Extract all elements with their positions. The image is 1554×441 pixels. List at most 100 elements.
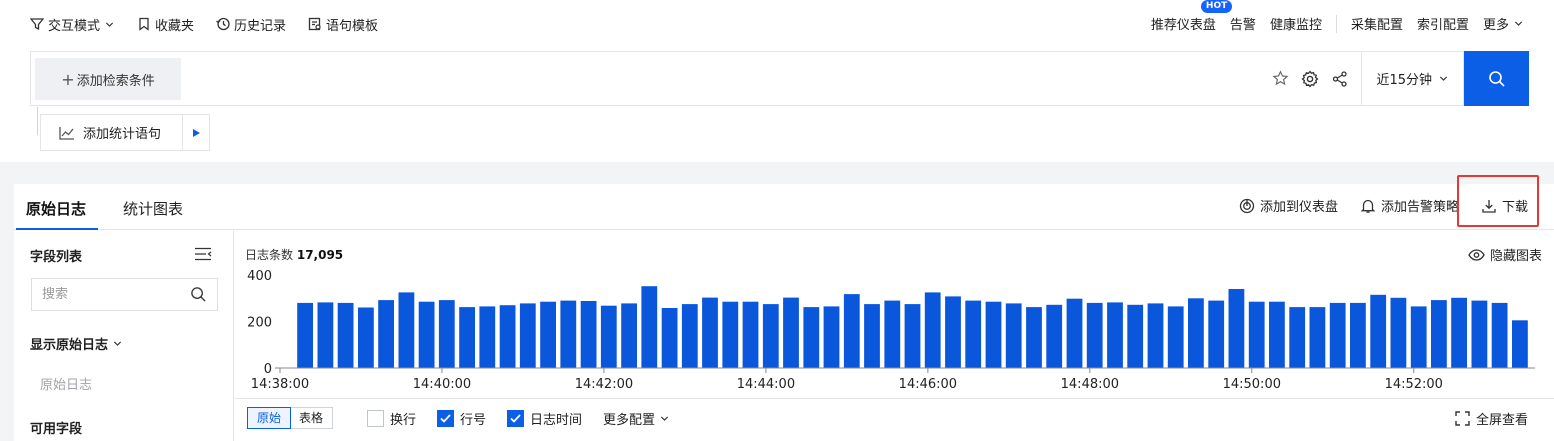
histogram-bar[interactable]: [742, 301, 759, 368]
histogram-bar[interactable]: [661, 308, 678, 368]
line-number-checkbox[interactable]: 行号: [437, 409, 486, 428]
histogram-bar[interactable]: [945, 296, 961, 368]
settings-button[interactable]: [1295, 64, 1325, 94]
histogram-bar[interactable]: [803, 307, 820, 368]
histogram-bar[interactable]: [702, 297, 718, 368]
health-monitor-link[interactable]: 健康监控: [1270, 14, 1322, 33]
histogram-bar[interactable]: [1046, 304, 1063, 368]
check-icon: [440, 414, 451, 423]
histogram-bar[interactable]: [1350, 302, 1366, 368]
add-condition-button[interactable]: + 添加检索条件: [35, 58, 181, 100]
histogram-bar[interactable]: [1188, 298, 1204, 369]
histogram-bar[interactable]: [600, 305, 617, 368]
share-button[interactable]: [1325, 64, 1355, 94]
log-time-checkbox[interactable]: 日志时间: [507, 409, 582, 428]
histogram-bar[interactable]: [337, 302, 354, 368]
histogram-bar[interactable]: [904, 304, 921, 368]
histogram-bar[interactable]: [560, 300, 577, 368]
alarm-link[interactable]: 告警: [1230, 14, 1256, 33]
histogram-bar[interactable]: [297, 302, 313, 368]
raw-log-field[interactable]: 原始日志: [40, 374, 92, 393]
histogram-bar[interactable]: [641, 286, 658, 368]
histogram-bar[interactable]: [1208, 300, 1225, 368]
recommended-dashboard-link[interactable]: 推荐仪表盘 HOT: [1151, 0, 1233, 33]
histogram-bar[interactable]: [398, 292, 415, 368]
histogram-bar[interactable]: [1086, 302, 1103, 368]
histogram-bar[interactable]: [1248, 301, 1265, 368]
histogram-bar[interactable]: [783, 297, 799, 368]
histogram-bar[interactable]: [621, 303, 637, 368]
histogram-bar[interactable]: [1390, 297, 1407, 368]
histogram-bar[interactable]: [438, 300, 455, 368]
view-mode-table[interactable]: 表格: [290, 408, 332, 428]
histogram-bar[interactable]: [762, 304, 779, 368]
histogram-bar[interactable]: [499, 305, 516, 368]
fullscreen-button[interactable]: 全屏查看: [1455, 409, 1528, 428]
histogram-bar[interactable]: [1066, 298, 1083, 368]
histogram-bar[interactable]: [1329, 302, 1346, 368]
history-button[interactable]: 历史记录: [216, 14, 286, 34]
histogram-bar[interactable]: [722, 301, 739, 368]
histogram-bar[interactable]: [1289, 307, 1306, 368]
histogram-bar[interactable]: [823, 306, 840, 368]
histogram-bar[interactable]: [884, 300, 901, 368]
histogram-bar[interactable]: [864, 304, 880, 368]
collapse-sidebar-button[interactable]: [194, 247, 212, 265]
add-statistics-button[interactable]: 添加统计语句: [41, 115, 182, 150]
histogram-bar[interactable]: [459, 307, 475, 368]
show-raw-log-toggle[interactable]: 显示原始日志: [30, 334, 123, 353]
histogram-bar[interactable]: [1309, 307, 1326, 368]
histogram-bar[interactable]: [843, 294, 860, 368]
more-config-menu[interactable]: 更多配置: [603, 409, 670, 428]
view-mode-raw[interactable]: 原始: [247, 407, 292, 429]
interaction-mode-menu[interactable]: 交互模式: [30, 14, 115, 34]
histogram-bar[interactable]: [1491, 302, 1508, 368]
tab-stat-charts[interactable]: 统计图表: [123, 198, 183, 219]
run-statistics-button[interactable]: [182, 115, 209, 150]
histogram-bar[interactable]: [519, 303, 536, 368]
histogram-bar[interactable]: [681, 304, 698, 368]
x-tick-label: 14:40:00: [413, 377, 471, 392]
histogram-bar[interactable]: [1167, 306, 1184, 368]
add-to-dashboard-button[interactable]: 添加到仪表盘: [1239, 196, 1338, 215]
histogram-bar[interactable]: [358, 307, 374, 369]
histogram-bar[interactable]: [1107, 302, 1123, 368]
search-query-box[interactable]: + 添加检索条件 近15分钟: [30, 51, 1464, 106]
collect-config-link[interactable]: 采集配置: [1351, 14, 1403, 33]
histogram-bar[interactable]: [418, 301, 435, 368]
log-time-label: 日志时间: [530, 413, 583, 428]
histogram-bar[interactable]: [1005, 303, 1022, 368]
histogram-bar[interactable]: [1127, 304, 1144, 368]
histogram-bar[interactable]: [985, 301, 1002, 368]
histogram-bar[interactable]: [1026, 307, 1042, 368]
wrap-checkbox[interactable]: 换行: [367, 409, 416, 428]
histogram-bar[interactable]: [317, 302, 334, 368]
histogram-bar[interactable]: [479, 306, 496, 368]
add-alarm-policy-button[interactable]: 添加告警策略: [1360, 196, 1459, 215]
histogram-bar[interactable]: [1370, 294, 1387, 368]
histogram-bar[interactable]: [965, 300, 982, 368]
histogram-bar[interactable]: [1512, 320, 1528, 368]
more-menu[interactable]: 更多: [1483, 14, 1524, 33]
histogram-bar[interactable]: [1147, 303, 1164, 368]
history-icon: [216, 17, 230, 31]
histogram-bar[interactable]: [1228, 289, 1245, 368]
favorites-button[interactable]: 收藏夹: [137, 14, 194, 34]
field-search-input[interactable]: [42, 287, 182, 302]
histogram-bar[interactable]: [924, 292, 941, 368]
histogram-bar[interactable]: [1410, 306, 1427, 368]
index-config-link[interactable]: 索引配置: [1417, 14, 1469, 33]
template-button[interactable]: 语句模板: [308, 14, 378, 34]
histogram-bar[interactable]: [580, 301, 597, 368]
histogram-bar[interactable]: [378, 300, 394, 368]
search-button[interactable]: [1464, 51, 1529, 106]
histogram-bar[interactable]: [1269, 301, 1285, 368]
histogram-bar[interactable]: [1471, 300, 1488, 368]
time-range-select[interactable]: 近15分钟: [1362, 69, 1463, 88]
tab-raw-logs[interactable]: 原始日志: [15, 198, 99, 230]
histogram-bar[interactable]: [1431, 300, 1447, 368]
histogram-bar[interactable]: [1451, 297, 1467, 368]
histogram-bar[interactable]: [540, 301, 556, 368]
search-icon[interactable]: [190, 286, 207, 303]
favorite-star-button[interactable]: [1265, 64, 1295, 94]
